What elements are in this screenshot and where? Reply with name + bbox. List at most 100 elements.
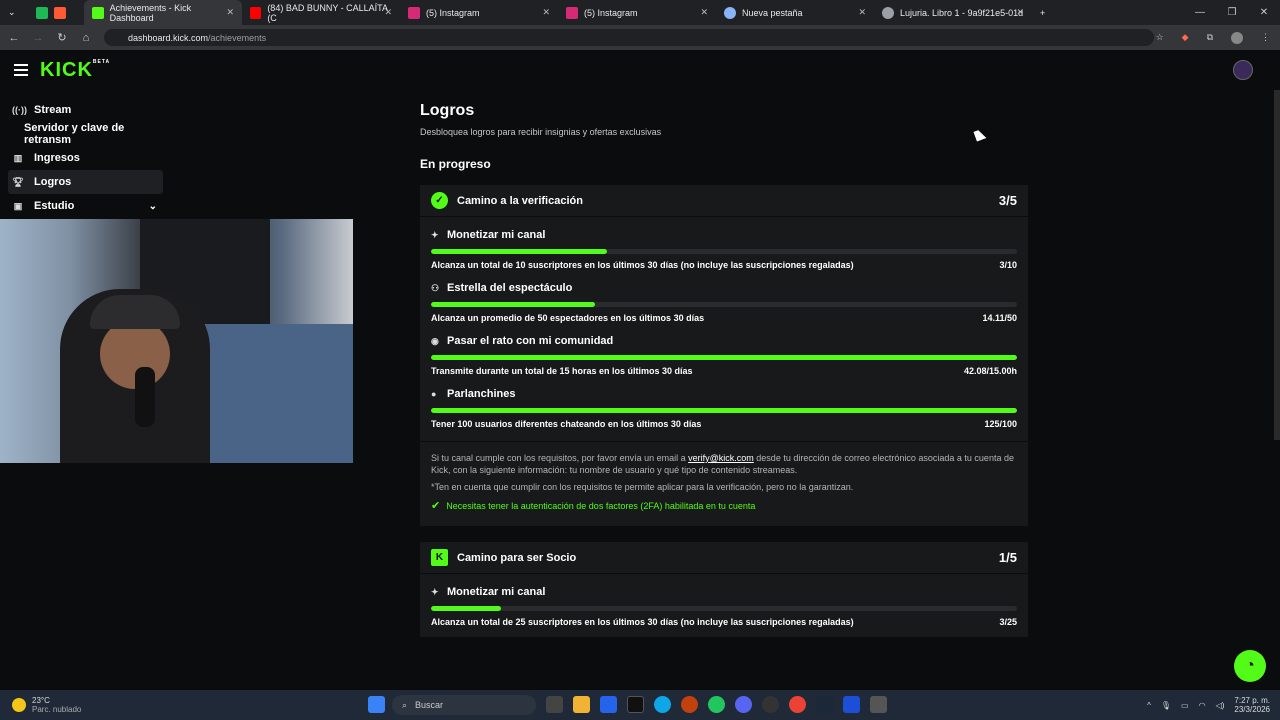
scrollbar[interactable] (1274, 90, 1280, 440)
user-avatar[interactable] (1233, 60, 1253, 80)
discord-icon[interactable] (735, 696, 752, 713)
network-icon[interactable]: ▭ (1181, 701, 1189, 710)
chevron-down-icon[interactable]: ⌄ (149, 201, 157, 212)
progress-fill (431, 408, 1017, 413)
tab-achievements[interactable]: Achievements - Kick Dashboard ✕ (84, 0, 242, 25)
verification-note: *Ten en cuenta que cumplir con los requi… (431, 482, 854, 492)
volume-icon[interactable]: ◁) (1216, 701, 1225, 710)
maximize-icon[interactable]: ❐ (1216, 7, 1248, 18)
chrome-icon[interactable] (789, 696, 806, 713)
progress-fill (431, 249, 607, 254)
achievement-value: 42.08/15.00h (963, 366, 1017, 376)
wifi-icon[interactable]: ◠ (1199, 701, 1206, 710)
back-icon[interactable]: ← (2, 32, 26, 44)
close-icon[interactable]: ✕ (542, 7, 550, 18)
menu-dots-icon[interactable]: ⋮ (1261, 32, 1270, 43)
verification-info: Si tu canal cumple con los requisitos, p… (420, 441, 1028, 526)
chat-icon: ● (431, 389, 437, 399)
chevron-up-icon[interactable]: ^ (1147, 701, 1151, 710)
search-icon: ⌕ (402, 699, 408, 710)
achievement-value: 125/100 (984, 419, 1017, 429)
store-icon[interactable] (600, 696, 617, 713)
new-tab-button[interactable]: + (1032, 0, 1056, 25)
chevron-down-icon: ⌄ (8, 7, 16, 17)
app-icon[interactable] (843, 696, 860, 713)
puzzle-icon[interactable]: ⧉ (1207, 32, 1213, 43)
close-icon[interactable]: ✕ (384, 7, 392, 18)
minimize-icon[interactable]: — (1184, 7, 1216, 18)
pinned-tabs[interactable] (28, 0, 84, 25)
kick-dashboard-page: KICKBETA ((·)) Stream Servidor y clave de… (0, 50, 1280, 690)
edge-icon[interactable] (654, 696, 671, 713)
home-icon[interactable]: ⌂ (74, 32, 98, 44)
extension-icon[interactable]: ◆ (1182, 32, 1189, 43)
sidebar-item-ingresos[interactable]: ▥ Ingresos (8, 146, 163, 170)
tab-label: Nueva pestaña (742, 7, 803, 18)
close-icon[interactable]: ✕ (858, 7, 866, 18)
taskbar-search[interactable]: ⌕ Buscar (392, 695, 536, 715)
weather-widget[interactable]: 23°C Parc. nublado (12, 696, 81, 714)
clock[interactable]: 7:27 p. m. 23/3/2026 (1234, 696, 1270, 714)
tab-lujuria[interactable]: Lujuria. Libro 1 - 9a9f21e5-01d ✕ (874, 0, 1032, 25)
support-chat-button[interactable]: ◔ (1234, 650, 1266, 682)
hamburger-menu-icon[interactable] (14, 64, 28, 76)
globe-icon (882, 6, 894, 19)
progress-fill (431, 355, 1017, 360)
mic-icon[interactable]: 🎙︎ (1161, 701, 1171, 710)
progress-bar (431, 249, 1017, 254)
whatsapp-icon[interactable] (708, 696, 725, 713)
tab-youtube[interactable]: (84) BAD BUNNY - CALLAÍTA (C ✕ (242, 0, 400, 25)
window-controls: — ❐ ✕ (1184, 0, 1280, 25)
star-icon[interactable]: ☆ (1156, 32, 1164, 43)
achievement-name: Monetizar mi canal (447, 586, 546, 598)
task-view-icon[interactable] (546, 696, 563, 713)
card-progress-count: 1/5 (998, 550, 1017, 565)
sidebar-item-stream-key[interactable]: Servidor y clave de retransm (8, 122, 163, 146)
close-icon[interactable]: ✕ (1016, 7, 1024, 18)
address-bar-row: ← → ↻ ⌂ dashboard.kick.com/achievements … (0, 25, 1280, 50)
kick-logo[interactable]: KICKBETA (40, 59, 110, 82)
tab-instagram-2[interactable]: (5) Instagram ✕ (558, 0, 716, 25)
app-icon[interactable] (762, 696, 779, 713)
file-explorer-icon[interactable] (573, 696, 590, 713)
forward-icon[interactable]: → (26, 32, 50, 44)
close-icon[interactable]: ✕ (226, 7, 234, 18)
steam-icon[interactable] (816, 696, 833, 713)
tab-new[interactable]: Nueva pestaña ✕ (716, 0, 874, 25)
windows-start-icon[interactable] (368, 696, 385, 713)
verify-email-link[interactable]: verify@kick.com (688, 453, 754, 463)
webcam-microphone (135, 367, 155, 427)
sidebar-item-label: Estudio (34, 200, 75, 212)
close-icon[interactable]: ✕ (700, 7, 708, 18)
achievement-item: ✦ Monetizar mi canal Alcanza un total de … (431, 217, 1017, 270)
pinned-apps (546, 696, 887, 713)
url-field[interactable]: dashboard.kick.com/achievements (104, 29, 1154, 46)
search-placeholder: Buscar (415, 700, 444, 710)
sidebar-item-estudio[interactable]: ▣ Estudio ⌄ (8, 194, 163, 218)
users-icon: ⚇ (431, 282, 440, 293)
sidebar-item-label: Servidor y clave de retransm (24, 122, 125, 146)
achievement-description: Alcanza un total de 25 suscriptores en l… (431, 617, 854, 627)
tab-label: Lujuria. Libro 1 - 9a9f21e5-01d (900, 7, 1024, 18)
reload-icon[interactable]: ↻ (50, 31, 74, 44)
chat-bubble-icon: ◔ (1245, 657, 1255, 674)
achievement-item: ✦ Monetizar mi canal Alcanza un total de … (431, 574, 1017, 637)
capcut-icon[interactable] (627, 696, 644, 713)
sidebar-item-logros[interactable]: 🏆︎ Logros (8, 170, 163, 194)
webcam-bed (190, 324, 353, 463)
progress-fill (431, 302, 596, 307)
tab-search-button[interactable]: ⌄ (0, 0, 28, 25)
tab-instagram-1[interactable]: (5) Instagram ✕ (400, 0, 558, 25)
app-icon[interactable] (870, 696, 887, 713)
page-subtitle: Desbloquea logros para recibir insignias… (420, 127, 662, 137)
achievement-item: ◉ Pasar el rato con mi comunidad Transmit… (431, 323, 1017, 376)
profile-avatar[interactable] (1231, 31, 1243, 44)
sidebar-item-label: Logros (34, 176, 72, 188)
sidebar-item-stream[interactable]: ((·)) Stream (8, 98, 163, 122)
achievement-value: 3/10 (999, 260, 1017, 270)
kick-icon (92, 6, 104, 19)
close-window-icon[interactable]: ✕ (1248, 7, 1280, 18)
app-icon[interactable] (681, 696, 698, 713)
broadcast-icon: ((·)) (12, 105, 27, 115)
progress-bar (431, 355, 1017, 360)
